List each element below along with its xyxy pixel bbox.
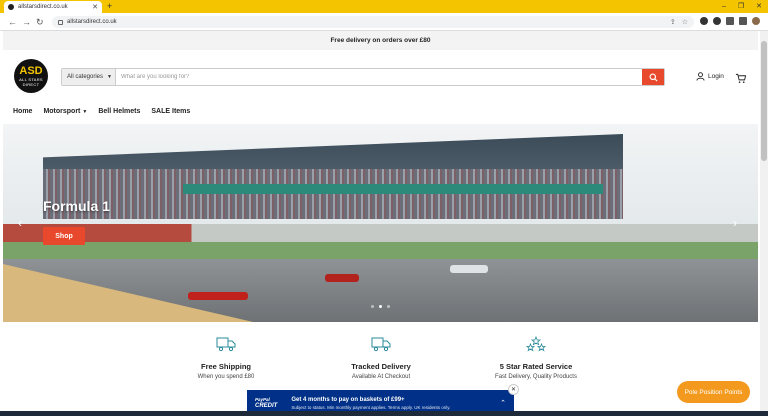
hero-slideshow[interactable]: Formula 1 Shop ‹ › [3, 124, 758, 322]
paypal-text: Get 4 months to pay on baskets of £99+ S… [291, 397, 450, 410]
puzzle-icon[interactable] [713, 17, 721, 25]
window-controls: – ❐ ✕ [722, 1, 762, 12]
new-tab-button[interactable]: + [107, 1, 112, 12]
url-field[interactable]: allstarsdirect.co.uk ⇪ ☆ [52, 16, 694, 28]
search-button[interactable] [642, 69, 664, 85]
extension-icon[interactable] [700, 17, 708, 25]
category-select[interactable]: All categories ▼ [62, 69, 116, 85]
login-label: Login [708, 73, 724, 80]
extension-icons: ⋮ [700, 17, 760, 25]
paypal-terms: Subject to status. Min monthly payment a… [291, 404, 451, 410]
chevron-left-icon[interactable]: ‹ [18, 216, 22, 230]
search-icon [648, 72, 658, 82]
race-car [325, 274, 359, 282]
slide-dot[interactable] [387, 305, 390, 308]
minimize-button[interactable]: – [722, 1, 726, 12]
logo-text: ASD [19, 64, 43, 77]
omnibox-icons: ⇪ ☆ [670, 18, 688, 26]
scrollbar-thumb[interactable] [761, 41, 767, 161]
main-nav: Home Motorsport ▼ Bell Helmets SALE Items [13, 108, 190, 115]
category-select-label: All categories [67, 74, 104, 80]
truck-icon [371, 337, 391, 352]
chevron-down-icon: ▼ [82, 109, 88, 115]
nav-sale-items[interactable]: SALE Items [151, 108, 190, 115]
cart-icon [735, 73, 747, 83]
paypal-logo: PayPal CREDIT [255, 397, 277, 409]
browser-tab[interactable]: allstarsdirect.co.uk ✕ [4, 1, 102, 13]
chevron-right-icon[interactable]: › [733, 216, 737, 230]
race-car [188, 292, 248, 300]
grandstand-crowd [43, 169, 623, 219]
browser-tabbar: allstarsdirect.co.uk ✕ + – ❐ ✕ [0, 0, 768, 13]
tab-search-icon[interactable] [739, 17, 747, 25]
truck-icon [216, 337, 236, 352]
page-scrollbar[interactable] [760, 31, 768, 416]
sidepanel-icon[interactable] [726, 17, 734, 25]
paypal-credit-label: CREDIT [255, 403, 278, 409]
hero-shop-button[interactable]: Shop [43, 227, 85, 245]
paypal-headline: Get 4 months to pay on baskets of £99+ [291, 396, 405, 403]
feature-title: Tracked Delivery [351, 362, 411, 371]
chevron-up-icon[interactable]: ⌃ [500, 399, 506, 407]
close-window-button[interactable]: ✕ [756, 1, 762, 12]
address-bar: ← → ↻ allstarsdirect.co.uk ⇪ ☆ ⋮ [0, 13, 768, 31]
maximize-button[interactable]: ❐ [738, 1, 744, 12]
feature-tracked-delivery: Tracked Delivery Available At Checkout [306, 336, 456, 380]
feature-free-shipping: Free Shipping When you spend £80 [151, 336, 301, 380]
chevron-down-icon: ▼ [107, 74, 112, 80]
os-taskbar [0, 411, 768, 416]
back-icon[interactable]: ← [8, 16, 17, 28]
favicon-icon [8, 4, 14, 10]
logo-subtext-2: DIRECT [22, 81, 40, 87]
search-bar: All categories ▼ [61, 68, 665, 86]
tab-title: allstarsdirect.co.uk [18, 4, 68, 10]
stars-icon [526, 336, 546, 352]
feature-subtitle: Available At Checkout [351, 374, 411, 380]
rewards-button[interactable]: Pole Position Points [677, 381, 750, 403]
page: allstarsdirect.co.uk ✕ + – ❐ ✕ ← → ↻ all… [0, 0, 768, 416]
url-text: allstarsdirect.co.uk [67, 19, 117, 25]
announcement-bar: Free delivery on orders over £80 [3, 31, 758, 50]
nav-bell-helmets[interactable]: Bell Helmets [98, 108, 140, 115]
grandstand-banner [183, 184, 603, 194]
close-icon[interactable]: ✕ [508, 384, 519, 395]
nav-motorsport-label: Motorsport [43, 108, 81, 115]
slide-dot-active[interactable] [379, 305, 382, 308]
feature-subtitle: When you spend £80 [197, 374, 255, 380]
slide-dots [371, 305, 390, 308]
nav-home[interactable]: Home [13, 108, 32, 115]
bookmark-star-icon[interactable]: ☆ [682, 18, 688, 26]
site-logo[interactable]: ASD ALL STARS DIRECT [14, 59, 48, 93]
user-icon [696, 72, 705, 81]
close-tab-icon[interactable]: ✕ [92, 3, 98, 11]
profile-avatar-icon[interactable] [752, 17, 760, 25]
forward-icon[interactable]: → [22, 16, 31, 28]
feature-subtitle: Fast Delivery, Quality Products [495, 374, 577, 380]
cart-button[interactable] [735, 71, 747, 89]
race-car [450, 265, 488, 273]
paypal-brand: PayPal [255, 397, 270, 402]
share-icon[interactable]: ⇪ [670, 18, 676, 26]
feature-title: Free Shipping [200, 362, 251, 371]
lock-icon [58, 19, 63, 25]
nav-motorsport[interactable]: Motorsport ▼ [43, 108, 87, 115]
hero-title: Formula 1 [43, 198, 110, 214]
slide-dot[interactable] [371, 305, 374, 308]
search-input[interactable] [116, 69, 642, 85]
reload-icon[interactable]: ↻ [36, 16, 44, 28]
login-link[interactable]: Login [696, 72, 724, 81]
feature-title: 5 Star Rated Service [499, 362, 573, 371]
feature-5-star-service: 5 Star Rated Service Fast Delivery, Qual… [461, 336, 611, 380]
